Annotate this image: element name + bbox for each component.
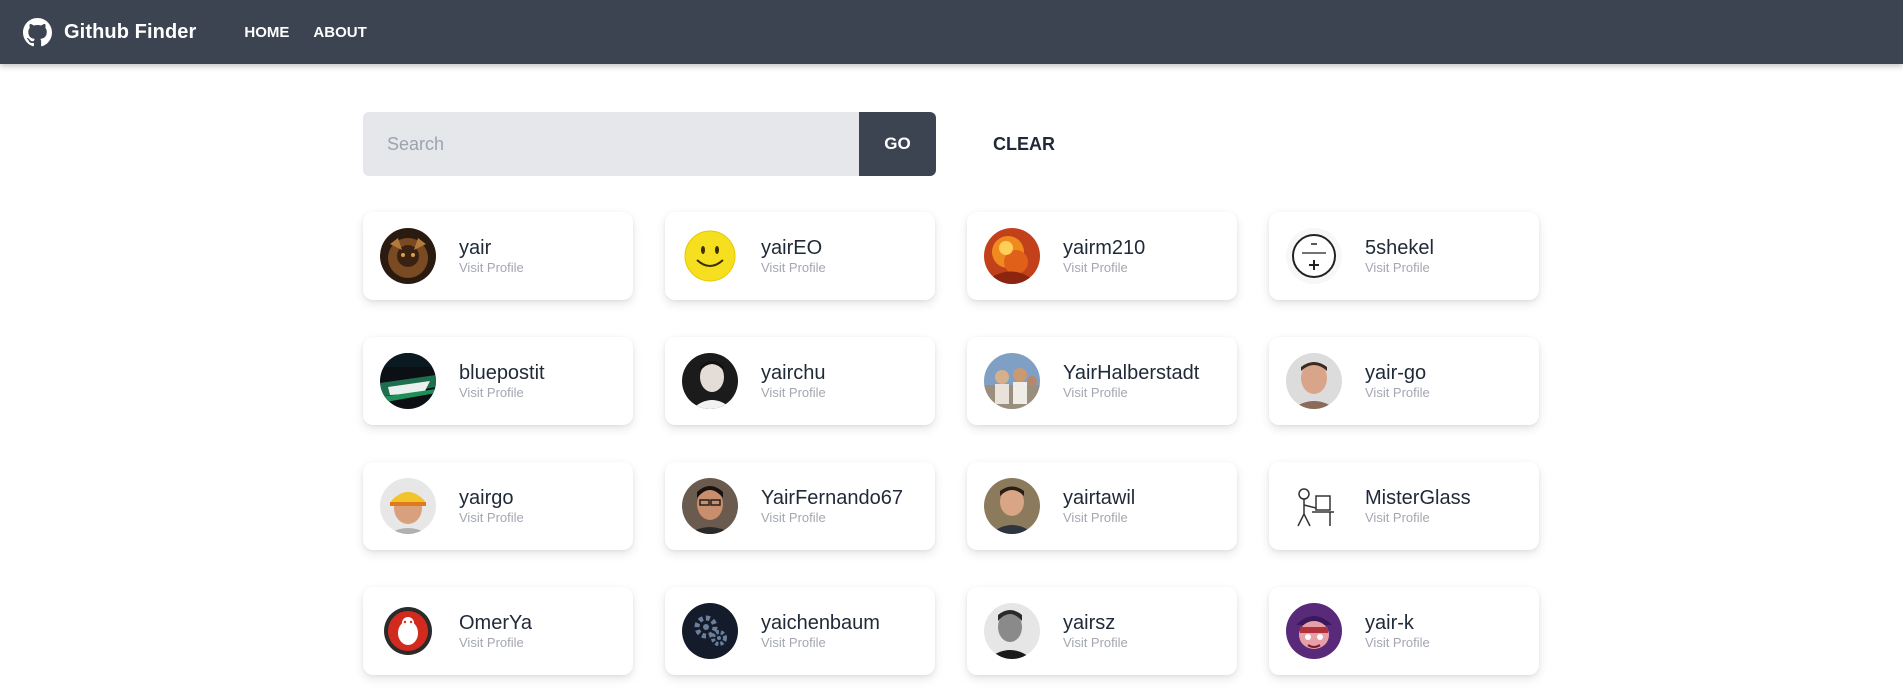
- visit-profile-link[interactable]: Visit Profile: [761, 510, 903, 526]
- user-card[interactable]: yairtawil Visit Profile: [967, 462, 1237, 550]
- visit-profile-link[interactable]: Visit Profile: [1365, 510, 1471, 526]
- dark-abstract-avatar: [380, 353, 436, 409]
- user-card-text: yairchu Visit Profile: [761, 361, 826, 401]
- cartoon-avatar: [1286, 603, 1342, 659]
- user-card[interactable]: YairHalberstadt Visit Profile: [967, 337, 1237, 425]
- user-card-text: yairm210 Visit Profile: [1063, 236, 1145, 276]
- user-card[interactable]: MisterGlass Visit Profile: [1269, 462, 1539, 550]
- username: yairtawil: [1063, 487, 1136, 509]
- nav-home-link[interactable]: HOME: [244, 24, 289, 41]
- desk-sketch-avatar: [1286, 478, 1342, 534]
- smiley-face-avatar: [682, 228, 738, 284]
- user-card[interactable]: yairEO Visit Profile: [665, 212, 935, 300]
- user-card[interactable]: yairsz Visit Profile: [967, 587, 1237, 675]
- username: YairFernando67: [761, 487, 903, 509]
- user-card-text: yair-k Visit Profile: [1365, 611, 1430, 651]
- nav-links: HOME ABOUT: [244, 24, 390, 41]
- visit-profile-link[interactable]: Visit Profile: [1365, 635, 1430, 651]
- user-card[interactable]: yair Visit Profile: [363, 212, 633, 300]
- user-card-text: OmerYa Visit Profile: [459, 611, 532, 651]
- username: yairm210: [1063, 237, 1146, 259]
- user-card-text: YairHalberstadt Visit Profile: [1063, 361, 1199, 401]
- clear-button[interactable]: CLEAR: [969, 112, 1079, 176]
- visit-profile-link[interactable]: Visit Profile: [459, 510, 524, 526]
- username: yair-go: [1365, 362, 1427, 384]
- visit-profile-link[interactable]: Visit Profile: [1365, 260, 1434, 276]
- visit-profile-link[interactable]: Visit Profile: [1063, 510, 1135, 526]
- visit-profile-link[interactable]: Visit Profile: [1365, 385, 1430, 401]
- user-card[interactable]: yairm210 Visit Profile: [967, 212, 1237, 300]
- user-card-text: yairsz Visit Profile: [1063, 611, 1128, 651]
- user-card-text: 5shekel Visit Profile: [1365, 236, 1434, 276]
- username: MisterGlass: [1365, 487, 1471, 509]
- username: yair: [459, 237, 492, 259]
- portrait-avatar: [682, 478, 738, 534]
- github-icon: [23, 17, 52, 47]
- user-card[interactable]: yaichenbaum Visit Profile: [665, 587, 935, 675]
- user-card[interactable]: 5shekel Visit Profile: [1269, 212, 1539, 300]
- red-logo-avatar: [380, 603, 436, 659]
- user-card-text: bluepostit Visit Profile: [459, 361, 545, 401]
- visit-profile-link[interactable]: Visit Profile: [1063, 385, 1199, 401]
- user-card-text: MisterGlass Visit Profile: [1365, 486, 1471, 526]
- user-card-text: yair Visit Profile: [459, 236, 524, 276]
- username: OmerYa: [459, 612, 532, 634]
- username: yaichenbaum: [761, 612, 880, 634]
- navbar: Github Finder HOME ABOUT: [0, 0, 1903, 64]
- visit-profile-link[interactable]: Visit Profile: [459, 635, 532, 651]
- portrait-avatar: [1286, 353, 1342, 409]
- user-card[interactable]: OmerYa Visit Profile: [363, 587, 633, 675]
- brand-title: Github Finder: [64, 20, 197, 43]
- username: yairchu: [761, 362, 826, 384]
- user-card-text: yairgo Visit Profile: [459, 486, 524, 526]
- username: 5shekel: [1365, 237, 1434, 259]
- search-form: GO CLEAR: [363, 112, 1079, 176]
- user-card-text: yaichenbaum Visit Profile: [761, 611, 880, 651]
- user-card-text: yairEO Visit Profile: [761, 236, 826, 276]
- visit-profile-link[interactable]: Visit Profile: [761, 260, 826, 276]
- portrait-avatar: [682, 353, 738, 409]
- go-button[interactable]: GO: [859, 112, 936, 176]
- username: yair-k: [1365, 612, 1414, 634]
- username: bluepostit: [459, 362, 545, 384]
- user-card[interactable]: yair-k Visit Profile: [1269, 587, 1539, 675]
- group-photo-avatar: [984, 353, 1040, 409]
- user-card[interactable]: yair-go Visit Profile: [1269, 337, 1539, 425]
- fire-avatar: [984, 228, 1040, 284]
- brand-link[interactable]: Github Finder: [23, 17, 197, 47]
- visit-profile-link[interactable]: Visit Profile: [459, 385, 545, 401]
- user-card[interactable]: yairchu Visit Profile: [665, 337, 935, 425]
- visit-profile-link[interactable]: Visit Profile: [1063, 260, 1145, 276]
- username: YairHalberstadt: [1063, 362, 1200, 384]
- user-card[interactable]: bluepostit Visit Profile: [363, 337, 633, 425]
- user-card[interactable]: yairgo Visit Profile: [363, 462, 633, 550]
- search-input[interactable]: [363, 112, 859, 176]
- user-card[interactable]: YairFernando67 Visit Profile: [665, 462, 935, 550]
- bw-portrait-avatar: [984, 603, 1040, 659]
- gears-avatar: [682, 603, 738, 659]
- username: yairsz: [1063, 612, 1116, 634]
- visit-profile-link[interactable]: Visit Profile: [761, 385, 826, 401]
- visit-profile-link[interactable]: Visit Profile: [1063, 635, 1128, 651]
- visit-profile-link[interactable]: Visit Profile: [761, 635, 880, 651]
- user-card-text: yairtawil Visit Profile: [1063, 486, 1135, 526]
- cap-portrait-avatar: [380, 478, 436, 534]
- username: yairEO: [761, 237, 823, 259]
- user-card-text: yair-go Visit Profile: [1365, 361, 1430, 401]
- sketch-avatar: [1286, 228, 1342, 284]
- user-card-text: YairFernando67 Visit Profile: [761, 486, 903, 526]
- nav-about-link[interactable]: ABOUT: [313, 24, 366, 41]
- username: yairgo: [459, 487, 514, 509]
- visit-profile-link[interactable]: Visit Profile: [459, 260, 524, 276]
- dark-creature-avatar: [380, 228, 436, 284]
- portrait-avatar: [984, 478, 1040, 534]
